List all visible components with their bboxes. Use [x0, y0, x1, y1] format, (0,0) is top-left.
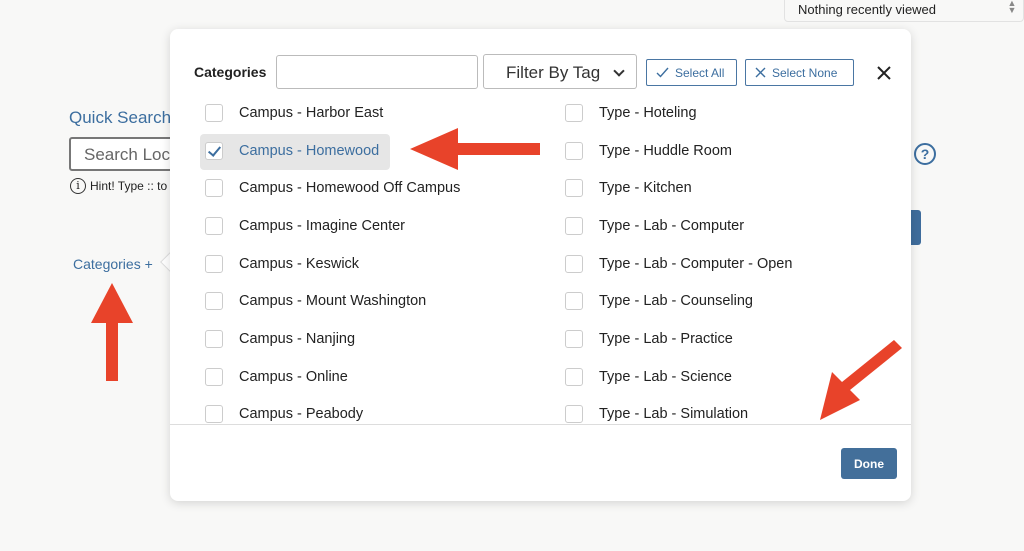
modal-header: Categories Filter By Tag Select All Sele…	[170, 29, 911, 104]
info-icon: i	[70, 178, 86, 194]
checkbox[interactable]	[205, 292, 223, 311]
filter-by-tag-label: Filter By Tag	[506, 63, 601, 82]
category-item[interactable]: Campus - Online	[200, 358, 560, 396]
category-label: Campus - Mount Washington	[239, 293, 427, 310]
category-item[interactable]: Type - Lab - Practice	[560, 320, 911, 358]
category-label: Type - Lab - Practice	[599, 330, 733, 347]
checkbox[interactable]	[205, 216, 223, 235]
checkbox[interactable]	[565, 367, 583, 386]
category-label: Campus - Homewood Off Campus	[239, 180, 461, 197]
hint: i Hint! Type :: to	[70, 178, 167, 194]
category-item[interactable]: Type - Hoteling	[560, 104, 911, 132]
category-column-campus: Campus - Harbor East Campus - Homewood Cam…	[200, 104, 560, 425]
category-item[interactable]: Campus - Homewood Off Campus	[200, 169, 560, 207]
background-button[interactable]	[911, 210, 921, 245]
checkbox[interactable]	[565, 179, 583, 198]
close-icon[interactable]	[875, 64, 893, 82]
checkbox[interactable]	[205, 405, 223, 424]
category-label: Campus - Imagine Center	[239, 217, 406, 234]
modal-title: Categories	[194, 64, 267, 80]
recently-viewed-value: Nothing recently viewed	[798, 2, 937, 17]
category-label: Type - Lab - Computer - Open	[599, 255, 793, 272]
checkbox-checked[interactable]	[205, 141, 223, 160]
categories-link[interactable]: Categories +	[73, 256, 153, 272]
category-item[interactable]: Type - Lab - Simulation	[560, 396, 911, 425]
checkbox[interactable]	[205, 329, 223, 348]
category-item[interactable]: Type - Huddle Room	[560, 132, 911, 170]
x-icon	[755, 67, 766, 78]
checkbox[interactable]	[565, 292, 583, 311]
category-item[interactable]: Campus - Peabody	[200, 396, 560, 425]
category-item[interactable]: Type - Lab - Computer	[560, 207, 911, 245]
category-label: Type - Huddle Room	[599, 142, 732, 159]
category-label: Campus - Homewood	[239, 142, 380, 159]
category-label: Type - Kitchen	[599, 180, 692, 197]
checkbox[interactable]	[565, 216, 583, 235]
category-label: Type - Lab - Science	[599, 368, 732, 385]
category-label: Type - Lab - Simulation	[599, 406, 749, 423]
category-label: Campus - Nanjing	[239, 330, 356, 347]
category-item[interactable]: Type - Lab - Counseling	[560, 282, 911, 320]
category-column-type: Type - Hoteling Type - Huddle Room Type - …	[560, 104, 911, 425]
category-item[interactable]: Campus - Homewood	[200, 132, 560, 170]
category-label: Campus - Harbor East	[239, 104, 384, 121]
category-label: Campus - Peabody	[239, 406, 364, 423]
category-item[interactable]: Type - Lab - Computer - Open	[560, 245, 911, 283]
category-label: Type - Lab - Counseling	[599, 293, 753, 310]
checkbox[interactable]	[205, 367, 223, 386]
checkbox[interactable]	[565, 329, 583, 348]
recently-viewed-select[interactable]: Nothing recently viewed ▲ ▼	[784, 0, 1024, 22]
category-label: Type - Hoteling	[599, 104, 697, 121]
category-filter-input[interactable]	[276, 55, 478, 89]
check-icon	[656, 67, 669, 78]
annotation-arrow-up	[91, 283, 133, 381]
category-list[interactable]: Campus - Harbor East Campus - Homewood Cam…	[170, 104, 911, 425]
chevron-down-icon	[613, 65, 625, 77]
done-button[interactable]: Done	[841, 448, 897, 479]
category-item[interactable]: Type - Kitchen	[560, 169, 911, 207]
hint-text: Hint! Type :: to	[90, 179, 168, 193]
quick-search-title: Quick Search	[69, 108, 172, 127]
category-label: Campus - Keswick	[239, 255, 360, 272]
categories-modal: Categories Filter By Tag Select All Sele…	[170, 29, 911, 501]
checkbox[interactable]	[205, 254, 223, 273]
category-item[interactable]: Campus - Mount Washington	[200, 282, 560, 320]
select-updown-icon: ▲ ▼	[1007, 0, 1017, 15]
checkbox[interactable]	[565, 405, 583, 424]
category-item[interactable]: Campus - Imagine Center	[200, 207, 560, 245]
filter-by-tag-select[interactable]: Filter By Tag	[483, 54, 637, 89]
checkbox[interactable]	[565, 254, 583, 273]
select-none-label: Select None	[772, 65, 838, 80]
checkbox[interactable]	[205, 104, 223, 122]
select-all-label: Select All	[675, 65, 725, 80]
checkbox[interactable]	[565, 104, 583, 122]
category-item[interactable]: Campus - Keswick	[200, 245, 560, 283]
category-label: Type - Lab - Computer	[599, 217, 745, 234]
select-all-button[interactable]: Select All	[646, 59, 737, 86]
help-icon[interactable]: ?	[914, 143, 936, 165]
checkbox[interactable]	[205, 179, 223, 198]
category-label: Campus - Online	[239, 368, 348, 385]
category-item[interactable]: Type - Lab - Science	[560, 358, 911, 396]
select-none-button[interactable]: Select None	[745, 59, 854, 86]
category-item[interactable]: Campus - Harbor East	[200, 104, 560, 132]
category-item[interactable]: Campus - Nanjing	[200, 320, 560, 358]
checkbox[interactable]	[565, 141, 583, 160]
